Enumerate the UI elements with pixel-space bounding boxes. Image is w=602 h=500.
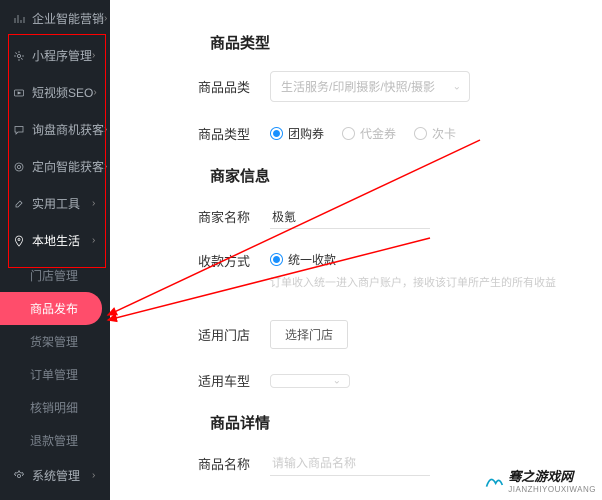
radio-groupbuy[interactable]: 团购券 — [270, 125, 324, 142]
row-store: 适用门店 选择门店 — [150, 320, 602, 349]
radio-label: 统一收款 — [288, 251, 336, 268]
merchant-name-input[interactable] — [270, 204, 430, 229]
chart-icon — [12, 12, 26, 26]
chevron-right-icon: › — [92, 198, 102, 209]
nav-label: 系统管理 — [32, 467, 92, 484]
radio-unified-payment[interactable]: 统一收款 — [270, 251, 336, 268]
radio-times-card[interactable]: 次卡 — [414, 125, 456, 142]
nav-utilities[interactable]: 实用工具 › — [0, 185, 110, 222]
nav-label: 定向智能获客 — [32, 158, 104, 175]
merchant-name-label: 商家名称 — [150, 207, 270, 226]
nav-shortvideo-seo[interactable]: 短视频SEO › — [0, 74, 110, 111]
nav-enterprise-marketing[interactable]: 企业智能营销 › — [0, 0, 110, 37]
row-merchant-name: 商家名称 — [150, 204, 602, 229]
product-name-input[interactable] — [270, 451, 430, 476]
radio-label: 代金券 — [360, 125, 396, 142]
chevron-right-icon: › — [104, 124, 107, 135]
nav-label: 本地生活 — [32, 232, 92, 249]
nav-label: 短视频SEO — [32, 84, 93, 101]
video-icon — [12, 86, 26, 100]
vehicle-label: 适用车型 — [150, 371, 270, 390]
row-payment: 收款方式 统一收款 订单收入统一进入商户账户，接收该订单所产生的所有收益 — [150, 251, 602, 290]
chevron-right-icon: › — [92, 470, 102, 481]
category-select[interactable]: 生活服务/印刷摄影/快照/摄影 ⌄ — [270, 71, 470, 102]
payment-group: 统一收款 订单收入统一进入商户账户，接收该订单所产生的所有收益 — [270, 251, 556, 290]
nav-label: 小程序管理 — [32, 47, 92, 64]
watermark-text: 骞之游戏网 — [508, 466, 596, 485]
radio-voucher[interactable]: 代金券 — [342, 125, 396, 142]
subnav-verification[interactable]: 核销明细 — [0, 391, 110, 424]
select-store-button[interactable]: 选择门店 — [270, 320, 348, 349]
chevron-right-icon: › — [93, 87, 102, 98]
message-icon — [12, 123, 26, 137]
target-icon — [12, 160, 26, 174]
row-category: 商品品类 生活服务/印刷摄影/快照/摄影 ⌄ — [150, 71, 602, 102]
chevron-right-icon: › — [92, 235, 102, 246]
radio-label: 团购券 — [288, 125, 324, 142]
chevron-right-icon: › — [104, 161, 107, 172]
subnav-store-mgmt[interactable]: 门店管理 — [0, 259, 110, 292]
nav-label: 询盘商机获客 — [32, 121, 104, 138]
payment-label: 收款方式 — [150, 251, 270, 270]
nav-miniprogram[interactable]: 小程序管理 › — [0, 37, 110, 74]
subnav-shelf-mgmt[interactable]: 货架管理 — [0, 325, 110, 358]
nav-system-mgmt[interactable]: 系统管理 › — [0, 457, 110, 494]
vehicle-select[interactable]: ⌄ — [270, 374, 350, 388]
category-label: 商品品类 — [150, 77, 270, 96]
tool-icon — [12, 197, 26, 211]
category-value: 生活服务/印刷摄影/快照/摄影 — [281, 80, 435, 94]
radio-label: 次卡 — [432, 125, 456, 142]
gear-icon — [12, 469, 26, 483]
row-product-type: 商品类型 团购券 代金券 次卡 — [150, 124, 602, 143]
nav-label: 企业智能营销 — [32, 10, 104, 27]
sidebar: 企业智能营销 › 小程序管理 › 短视频SEO › 询盘商机获客 › 定向智能获… — [0, 0, 110, 500]
section-merchant-title: 商家信息 — [210, 165, 602, 186]
watermark: 骞之游戏网 JIANZHIYOUXIWANG — [484, 466, 596, 494]
map-pin-icon — [12, 234, 26, 248]
subnav-order-mgmt[interactable]: 订单管理 — [0, 358, 110, 391]
nav-inquiry-leads[interactable]: 询盘商机获客 › — [0, 111, 110, 148]
nav-targeted-leads[interactable]: 定向智能获客 › — [0, 148, 110, 185]
store-label: 适用门店 — [150, 325, 270, 344]
local-life-submenu: 门店管理 商品发布 货架管理 订单管理 核销明细 退款管理 — [0, 259, 110, 457]
payment-hint: 订单收入统一进入商户账户，接收该订单所产生的所有收益 — [270, 274, 556, 290]
section-product-detail-title: 商品详情 — [210, 412, 602, 433]
chevron-down-icon: ⌄ — [453, 81, 461, 92]
chevron-down-icon: ⌄ — [333, 375, 341, 386]
row-vehicle: 适用车型 ⌄ — [150, 371, 602, 390]
radio-icon — [342, 127, 355, 140]
watermark-logo-icon — [484, 470, 504, 490]
chevron-right-icon: › — [104, 13, 107, 24]
subnav-product-publish[interactable]: 商品发布 — [0, 292, 102, 325]
radio-icon — [414, 127, 427, 140]
section-product-type-title: 商品类型 — [210, 32, 602, 53]
nav-local-life[interactable]: 本地生活 › — [0, 222, 110, 259]
radio-icon — [270, 127, 283, 140]
nav-label: 实用工具 — [32, 195, 92, 212]
chevron-right-icon: › — [92, 50, 102, 61]
product-name-label: 商品名称 — [150, 454, 270, 473]
radio-icon — [270, 253, 283, 266]
main-content: 商品类型 商品品类 生活服务/印刷摄影/快照/摄影 ⌄ 商品类型 团购券 代金券… — [110, 0, 602, 500]
product-type-radio-group: 团购券 代金券 次卡 — [270, 125, 456, 142]
subnav-refund-mgmt[interactable]: 退款管理 — [0, 424, 110, 457]
product-type-label: 商品类型 — [150, 124, 270, 143]
watermark-sub: JIANZHIYOUXIWANG — [508, 485, 596, 494]
gear-icon — [12, 49, 26, 63]
